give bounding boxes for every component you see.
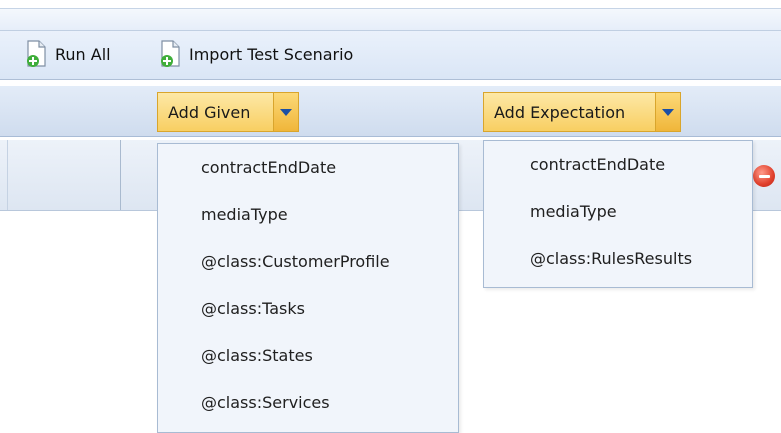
chevron-down-icon [662,108,674,116]
header-band [0,9,781,31]
add-given-split-button: Add Given [157,92,299,132]
run-all-label: Run All [55,44,111,64]
add-expectation-dropdown-button[interactable] [656,92,681,132]
add-document-icon [159,39,183,69]
toolbar [0,31,781,80]
chevron-down-icon [280,108,292,116]
run-all-button[interactable]: Run All [25,38,111,70]
add-expectation-button[interactable]: Add Expectation [483,92,656,132]
remove-icon[interactable] [753,165,775,187]
import-test-scenario-button[interactable]: Import Test Scenario [159,38,353,70]
menu-item-customer-profile[interactable]: @class:CustomerProfile [158,238,458,285]
menu-item-media-type[interactable]: mediaType [484,188,752,235]
add-given-dropdown-button[interactable] [274,92,299,132]
import-test-scenario-label: Import Test Scenario [189,44,354,64]
menu-item-states[interactable]: @class:States [158,332,458,379]
add-expectation-split-button: Add Expectation [483,92,681,132]
menu-item-tasks[interactable]: @class:Tasks [158,285,458,332]
menu-item-rules-results[interactable]: @class:RulesResults [484,235,752,282]
add-given-menu: contractEndDate mediaType @class:Custome… [157,143,459,433]
scenario-cell[interactable] [7,140,121,210]
add-given-button[interactable]: Add Given [157,92,274,132]
add-expectation-menu: contractEndDate mediaType @class:RulesRe… [483,140,753,288]
add-document-icon [25,39,49,69]
menu-item-contract-end-date[interactable]: contractEndDate [158,144,458,191]
menu-item-contract-end-date[interactable]: contractEndDate [484,141,752,188]
menu-item-services[interactable]: @class:Services [158,379,458,426]
menu-item-media-type[interactable]: mediaType [158,191,458,238]
